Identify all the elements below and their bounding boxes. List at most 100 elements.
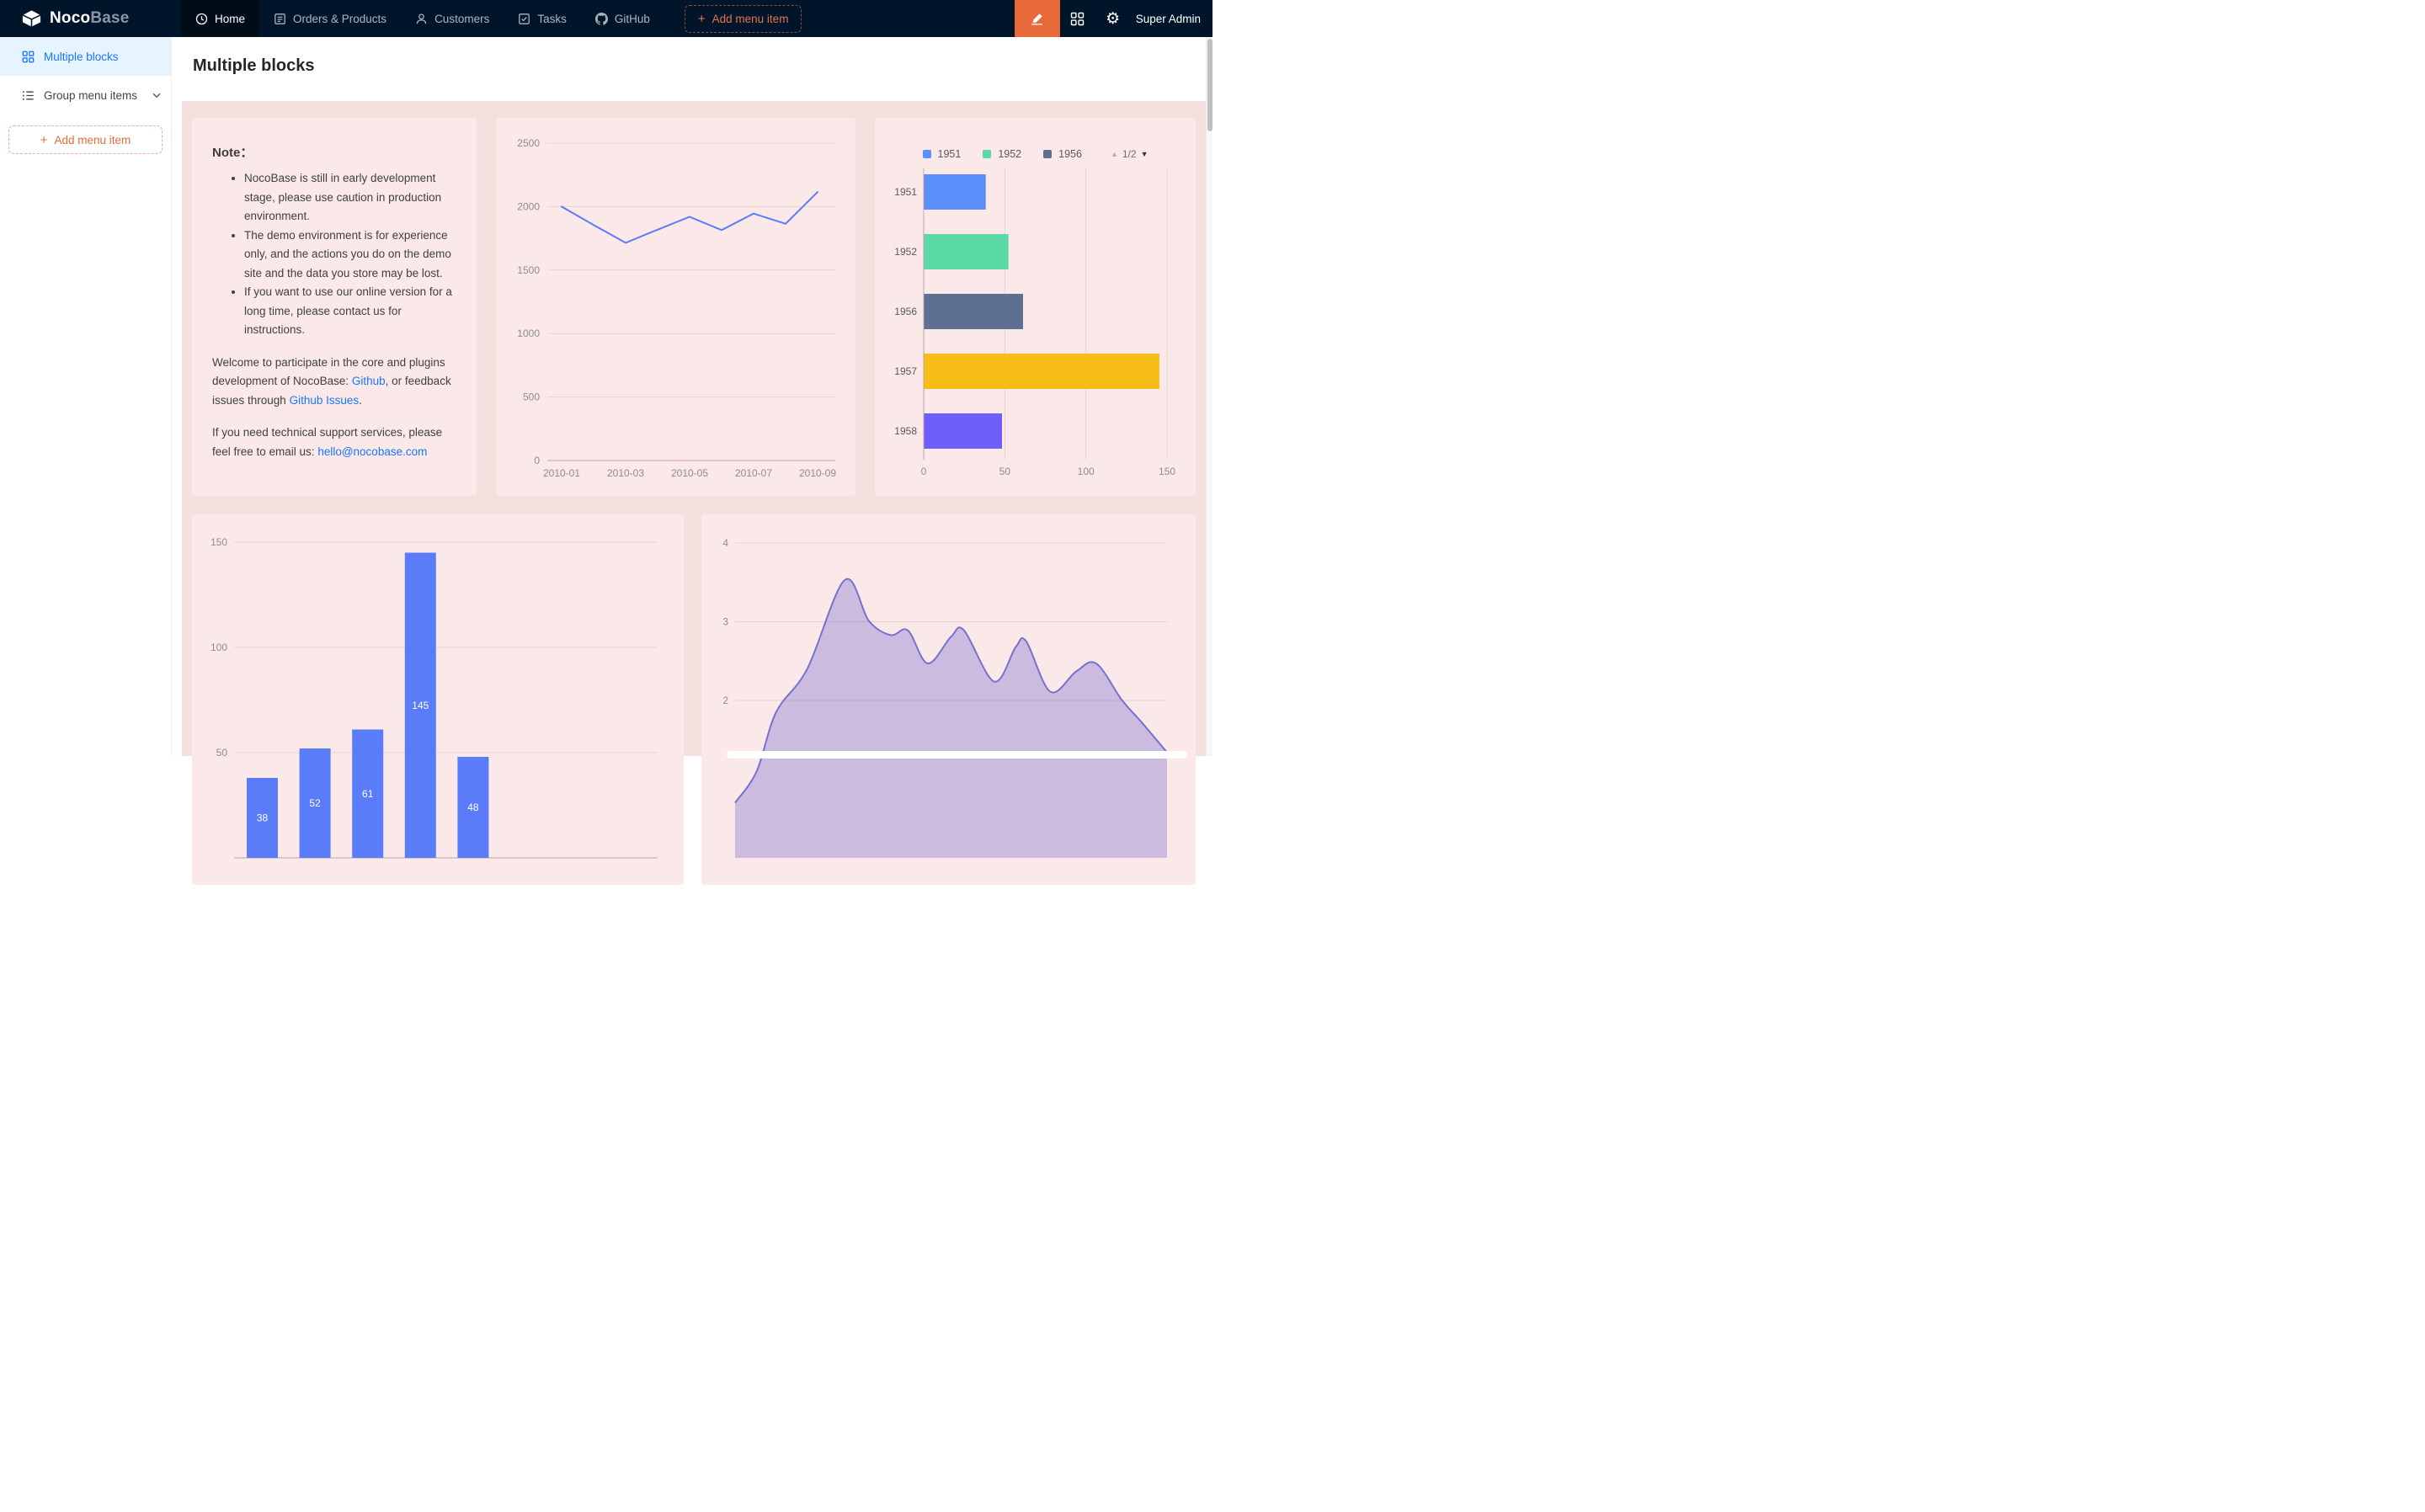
hbar-chart-svg: 05010015019511952195619571958 (875, 165, 1196, 496)
axis-labels: 50 100 150 (211, 536, 227, 759)
sidebar-item-label: Group menu items (44, 89, 137, 102)
gear-icon: ⚙ (1106, 11, 1120, 27)
svg-text:1500: 1500 (517, 264, 540, 276)
legend-pager: ▲ 1/2 ▼ (1111, 148, 1149, 160)
note-text: . (359, 394, 362, 407)
note-bullet: NocoBase is still in early development s… (244, 169, 456, 226)
svg-text:500: 500 (523, 391, 540, 403)
svg-text:2010-03: 2010-03 (607, 467, 644, 479)
legend-pager-up-icon[interactable]: ▲ (1111, 151, 1118, 158)
note-heading: Note： (212, 143, 456, 161)
svg-text:100: 100 (1078, 466, 1095, 477)
svg-text:3: 3 (722, 616, 728, 628)
bar-series: 38526114548 (247, 553, 488, 859)
blocks-row-1: Note： NocoBase is still in early develop… (192, 118, 1196, 496)
chart-scrollbar[interactable] (727, 751, 1187, 759)
svg-text:1958: 1958 (894, 425, 917, 437)
sidebar-item-multiple-blocks[interactable]: Multiple blocks (0, 37, 171, 76)
horizontal-bar-chart: 05010015019511952195619571958 (875, 165, 1196, 500)
bar-chart-block: 1951 1952 1956 ▲ 1/2 ▼ 05010015019511952… (875, 118, 1196, 496)
svg-text:150: 150 (1159, 466, 1175, 477)
highlighter-icon (1030, 12, 1044, 26)
line-chart-block: 050010001500200025002010-012010-032010-0… (496, 118, 855, 496)
main-menu: Home Orders & Products Customers Tasks G… (181, 0, 802, 37)
svg-text:38: 38 (257, 812, 269, 824)
add-menu-item-label: Add menu item (54, 134, 131, 146)
legend-label: 1951 (938, 148, 962, 160)
vertical-scrollbar[interactable] (1206, 37, 1212, 756)
add-menu-item-label: Add menu item (712, 13, 789, 25)
svg-text:1957: 1957 (894, 365, 917, 377)
line-chart: 050010001500200025002010-012010-032010-0… (496, 118, 855, 499)
orders-icon (274, 13, 286, 25)
nav-item-label: Home (215, 13, 245, 25)
sidebar-add-menu-item-button[interactable]: + Add menu item (8, 125, 163, 154)
sidebar-item-group-menu-items[interactable]: Group menu items (0, 76, 171, 114)
svg-text:48: 48 (467, 801, 479, 813)
ui-editor-button[interactable] (1015, 0, 1060, 37)
svg-text:2010-01: 2010-01 (543, 467, 580, 479)
area-chart-block: 234 (701, 514, 1196, 885)
nav-item-home[interactable]: Home (181, 0, 259, 37)
page-header: Multiple blocks (173, 37, 1206, 101)
column-chart-block: 5010015038526114548 (192, 514, 684, 885)
nav-item-label: Orders & Products (293, 13, 386, 25)
column-chart: 5010015038526114548 (192, 514, 684, 885)
nav-item-label: Customers (434, 13, 489, 25)
nav-item-tasks[interactable]: Tasks (504, 0, 581, 37)
email-link[interactable]: hello@nocobase.com (317, 445, 427, 458)
tasks-icon (518, 13, 530, 25)
list-icon (22, 89, 35, 102)
svg-text:50: 50 (216, 747, 228, 759)
svg-text:1951: 1951 (894, 186, 917, 198)
nav-item-customers[interactable]: Customers (401, 0, 504, 37)
svg-text:100: 100 (211, 642, 227, 653)
column-chart-svg: 5010015038526114548 (192, 514, 684, 885)
github-link[interactable]: Github (352, 375, 386, 387)
chart-legend: 1951 1952 1956 ▲ 1/2 ▼ (875, 118, 1196, 165)
plugin-manager-button[interactable] (1060, 0, 1095, 37)
svg-text:1956: 1956 (894, 306, 917, 317)
legend-marker (923, 150, 931, 158)
blocks-row-2: 5010015038526114548 234 (192, 514, 1196, 885)
grid-lines (547, 143, 835, 461)
blocks-grid-icon (22, 51, 35, 63)
nav-item-label: GitHub (615, 13, 650, 25)
add-menu-item-button[interactable]: + Add menu item (685, 5, 802, 33)
plus-icon: + (698, 13, 706, 25)
plus-icon: + (40, 134, 48, 146)
brand[interactable]: NocoBase (0, 0, 181, 37)
legend-pager-down-icon[interactable]: ▼ (1141, 151, 1149, 158)
brand-name-light: Base (90, 9, 129, 27)
github-issues-link[interactable]: Github Issues (290, 394, 360, 407)
svg-text:61: 61 (362, 788, 374, 800)
sidebar-item-label: Multiple blocks (44, 51, 119, 63)
legend-item-1956[interactable]: 1956 (1043, 148, 1082, 160)
legend-item-1952[interactable]: 1952 (983, 148, 1021, 160)
nav-item-orders-products[interactable]: Orders & Products (259, 0, 401, 37)
svg-text:2010-07: 2010-07 (735, 467, 772, 479)
nav-item-github[interactable]: GitHub (581, 0, 664, 37)
bar-series (925, 174, 1159, 449)
svg-text:145: 145 (412, 700, 429, 711)
svg-text:2: 2 (722, 695, 728, 706)
legend-item-1951[interactable]: 1951 (923, 148, 962, 160)
scrollbar-thumb[interactable] (1207, 39, 1212, 131)
nav-item-label: Tasks (537, 13, 567, 25)
axis-labels: 050010001500200025002010-012010-032010-0… (517, 137, 836, 479)
area-chart: 234 (701, 514, 1196, 885)
legend-marker (1043, 150, 1052, 158)
legend-label: 1956 (1058, 148, 1082, 160)
area-chart-svg: 234 (701, 514, 1196, 885)
sidebar: Multiple blocks Group menu items + Add m… (0, 37, 172, 756)
svg-text:150: 150 (211, 536, 227, 548)
area-fill (735, 579, 1167, 858)
svg-text:1952: 1952 (894, 246, 917, 258)
settings-button[interactable]: ⚙ (1095, 0, 1131, 37)
customers-icon (415, 13, 428, 25)
axis-labels: 234 (722, 537, 728, 706)
current-user[interactable]: Super Admin (1136, 13, 1201, 25)
github-icon (595, 13, 608, 25)
svg-text:50: 50 (999, 466, 1011, 477)
page-title: Multiple blocks (173, 37, 1206, 76)
